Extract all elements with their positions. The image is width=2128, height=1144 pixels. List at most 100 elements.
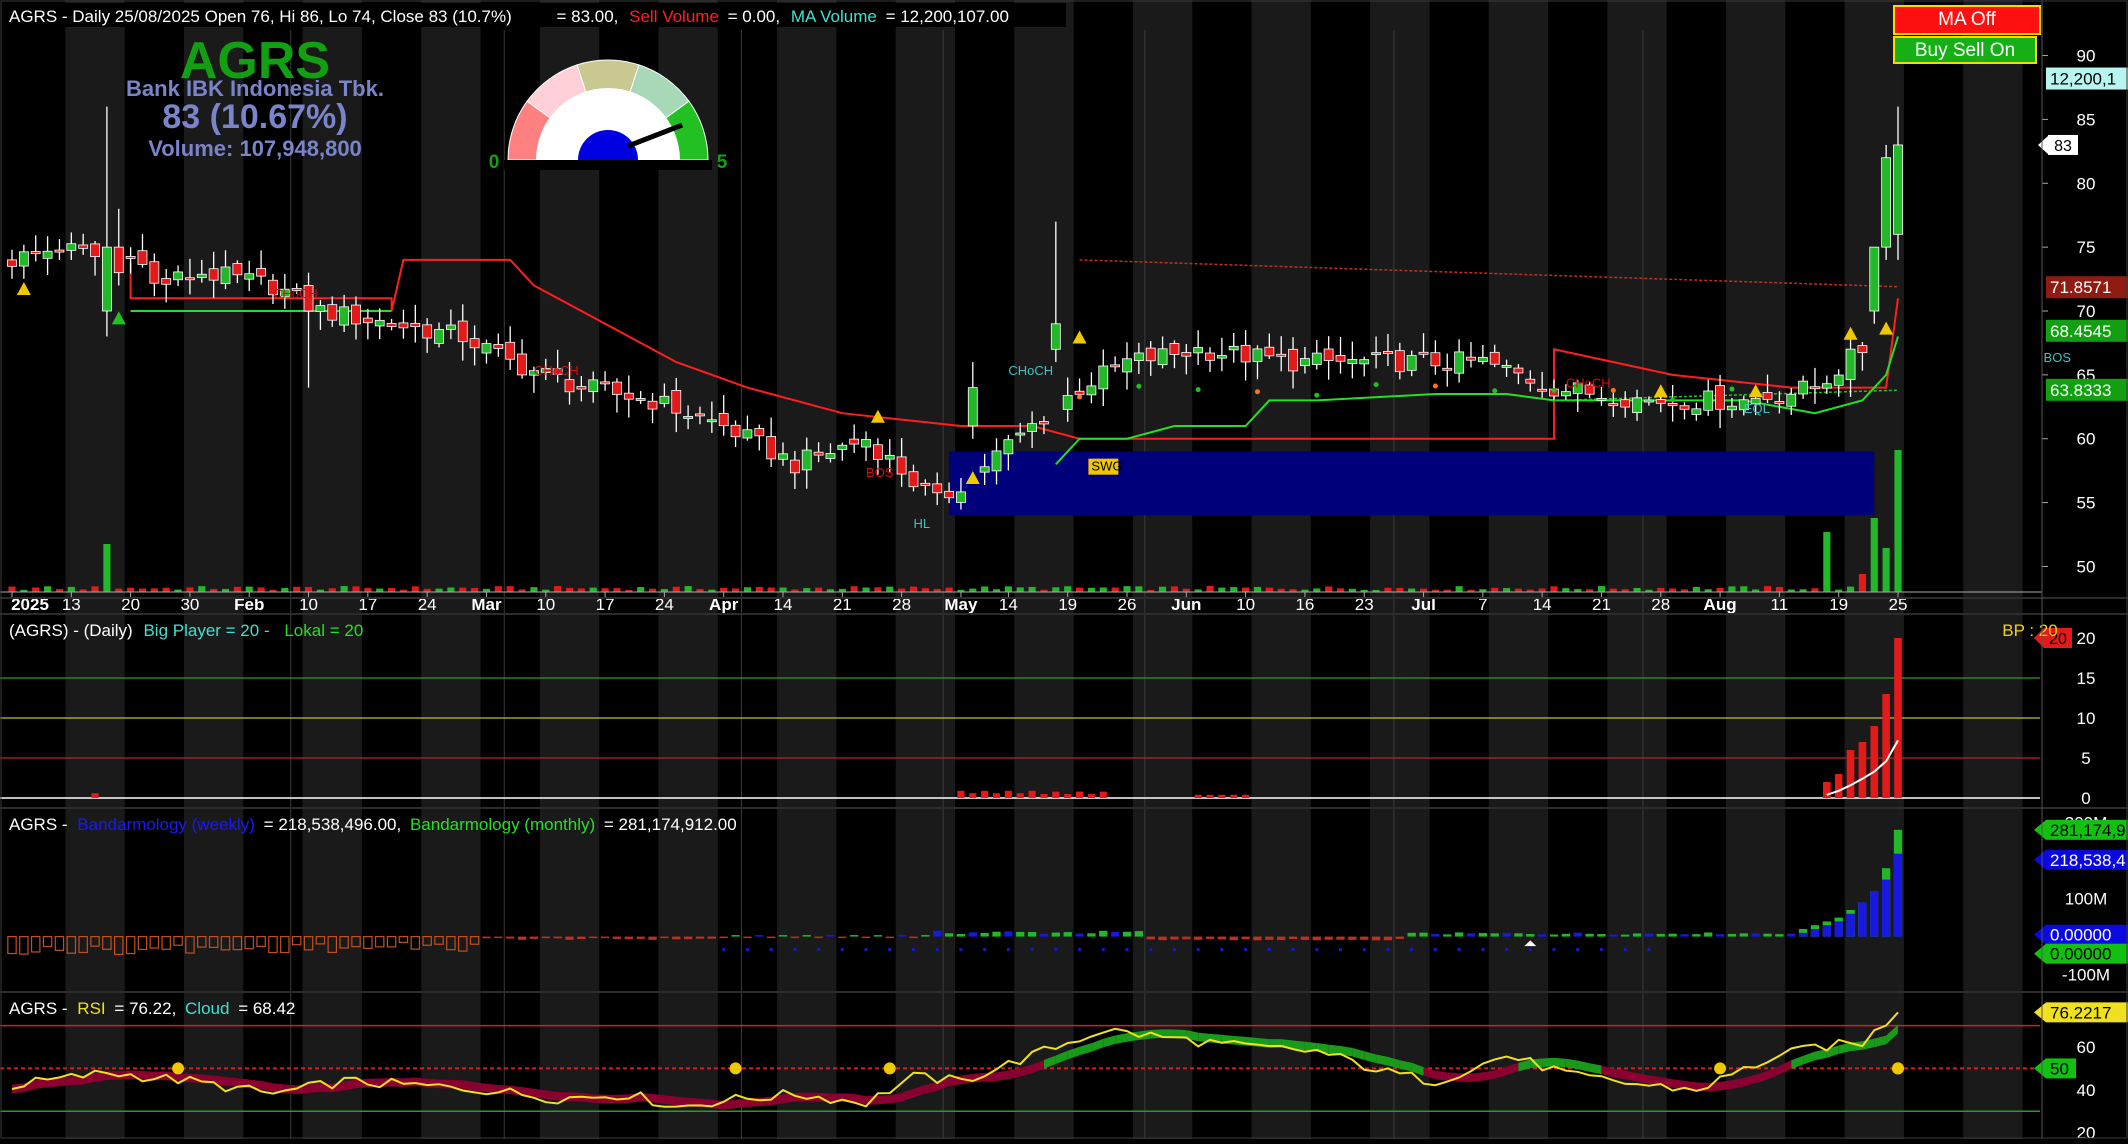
- annotation-label: EQL: [1744, 401, 1770, 416]
- gauge-min-label: 0: [489, 152, 500, 173]
- volume-bar: [186, 587, 194, 592]
- candle-body: [220, 266, 231, 285]
- bd-bar: [577, 936, 586, 940]
- ma-off-button[interactable]: MA Off: [1893, 5, 2041, 35]
- bd-bar: [1454, 932, 1464, 937]
- candle-body: [101, 246, 112, 312]
- candle-body: [30, 251, 41, 254]
- volume-bar: [1870, 518, 1878, 592]
- bd-bar: [1039, 933, 1049, 937]
- bd-dot: [1552, 948, 1556, 951]
- bd-bar: [1134, 931, 1144, 937]
- candle-body: [1383, 351, 1393, 355]
- bd-bar: [897, 935, 906, 937]
- candle-body: [1157, 348, 1168, 366]
- bd-bar: [707, 936, 716, 939]
- candle-body: [386, 322, 397, 327]
- candle-body: [1027, 423, 1038, 432]
- candle-body: [1335, 354, 1346, 362]
- rsi-cross-marker: [729, 1062, 742, 1075]
- volume-bar: [803, 588, 811, 592]
- candle-body: [1371, 352, 1381, 356]
- bd-bar: [1727, 933, 1737, 937]
- candle-body: [1703, 390, 1714, 411]
- candle-body: [647, 400, 658, 410]
- bd-dot: [1315, 948, 1319, 951]
- volume-bar: [1657, 587, 1665, 592]
- bd-y-label: 100M: [2065, 890, 2108, 909]
- tag-label: 63.8333: [2050, 381, 2111, 400]
- bp-level-label: BP : 20: [2002, 621, 2057, 640]
- candle-body: [1098, 365, 1109, 390]
- candle-body: [1442, 367, 1453, 371]
- volume-bar: [613, 588, 621, 592]
- candle-body: [362, 317, 373, 324]
- candle-body: [1394, 350, 1405, 373]
- bd-dot: [1457, 948, 1461, 951]
- bd-bar: [1407, 932, 1416, 937]
- bd-dot: [1576, 948, 1580, 951]
- candle-body: [1762, 392, 1773, 400]
- volume-bar: [1075, 587, 1084, 592]
- chart-canvas[interactable]: 505560657075808590 CHoCHCHoCHBOSCHoCHSWG…: [0, 0, 2128, 1143]
- bd-dot: [1078, 948, 1082, 951]
- volume-bar: [1609, 588, 1617, 592]
- bd-bar: [1016, 931, 1025, 937]
- bp-bar: [1218, 794, 1226, 798]
- bd-bar: [743, 936, 752, 939]
- volume-bar: [1325, 586, 1333, 592]
- bp-bar: [1242, 794, 1250, 798]
- candle-body: [1039, 421, 1049, 425]
- bd-bar: [731, 935, 740, 937]
- bd-dot: [959, 948, 963, 951]
- candle-body: [944, 490, 954, 499]
- volume-bar: [1455, 586, 1463, 592]
- y-tick-label: 90: [2077, 47, 2096, 66]
- candle-body: [1691, 408, 1702, 415]
- week-band: [1607, 0, 1667, 1139]
- bd-weekly-value: = 218,538,496.00,: [264, 815, 402, 834]
- volume-bar: [1408, 588, 1416, 592]
- volume-bar: [1396, 587, 1404, 592]
- bp-bar: [1052, 791, 1060, 798]
- bd-dot: [1528, 948, 1532, 951]
- rsi-prefix: AGRS -: [9, 999, 68, 1018]
- y-tick-label: 80: [2077, 174, 2096, 193]
- volume-bar: [1562, 588, 1570, 592]
- candle-body: [1477, 356, 1488, 363]
- cloud-band: [735, 1098, 748, 1109]
- bd-bar: [1573, 932, 1582, 937]
- week-band: [302, 0, 362, 1139]
- bd-bar: [624, 936, 633, 940]
- candle-body: [1798, 380, 1809, 395]
- volume-bar: [1111, 587, 1119, 592]
- candle-body: [256, 268, 267, 277]
- volume-bar: [1823, 532, 1831, 592]
- volume-bar: [1419, 588, 1428, 592]
- candle-body: [1715, 385, 1725, 410]
- volume-bar: [779, 587, 787, 592]
- candle-body: [1205, 352, 1215, 361]
- bp-y-label: 15: [2077, 669, 2096, 688]
- y-tick-label: 70: [2077, 302, 2096, 321]
- volume-bar: [767, 587, 775, 592]
- cloud-band: [996, 1070, 1009, 1081]
- candle-body: [1667, 403, 1678, 406]
- buy-sell-on-button[interactable]: Buy Sell On: [1893, 36, 2037, 64]
- rsi-title: AGRS - RSI = 76.22, Cloud = 68.42: [9, 999, 295, 1018]
- bd-bar: [1324, 936, 1333, 940]
- bd-bar: [766, 936, 776, 939]
- tag-label: 12,200,1: [2050, 70, 2116, 89]
- candle-body: [671, 390, 682, 414]
- bd-dot: [1172, 948, 1176, 951]
- volume-bar: [886, 586, 894, 592]
- bp-bar: [1206, 794, 1214, 798]
- candle-body: [505, 341, 516, 360]
- candle-body: [1110, 364, 1121, 368]
- cloud-band: [1565, 1058, 1578, 1070]
- candle-body: [1359, 359, 1370, 365]
- bd-dot: [1339, 948, 1343, 951]
- bd-bar: [600, 936, 610, 939]
- candle-body: [1300, 358, 1310, 367]
- volume-bar: [1064, 586, 1072, 592]
